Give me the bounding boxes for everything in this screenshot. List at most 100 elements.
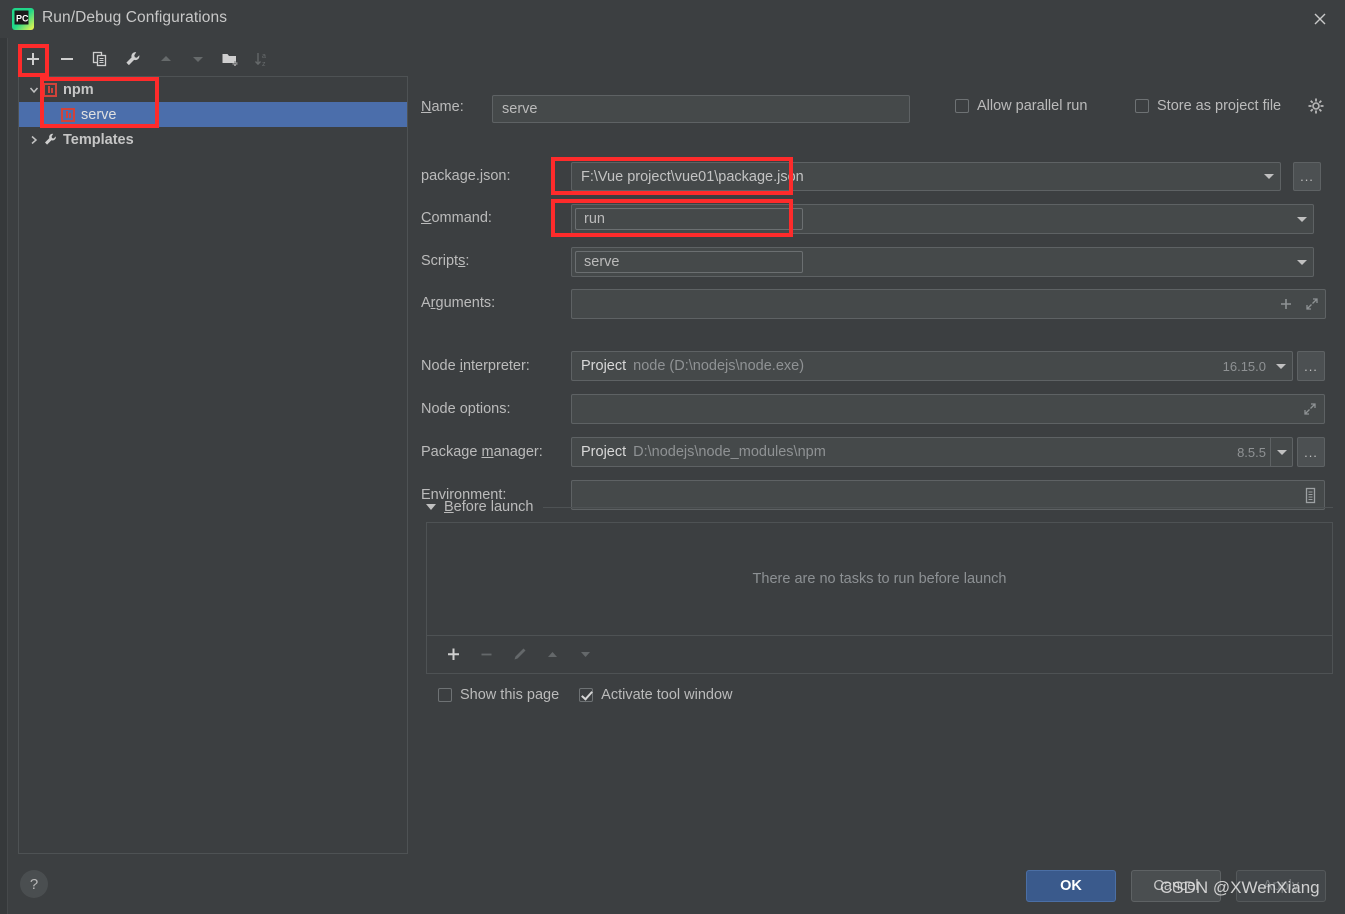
expand-icon[interactable]: [1296, 402, 1324, 416]
node-interpreter-scope: Project: [581, 358, 627, 374]
watermark: CSDN @XWenXiang: [1160, 878, 1320, 897]
allow-parallel-run-checkbox[interactable]: Allow parallel run: [955, 98, 1087, 114]
npm-icon: [61, 107, 75, 122]
npm-icon: [43, 82, 57, 97]
package-json-combo[interactable]: F:\Vue project\vue01\package.json: [571, 162, 1281, 191]
task-move-down-button: [569, 640, 602, 670]
tree-node-npm[interactable]: npm: [19, 77, 407, 102]
allow-parallel-run-label: Allow parallel run: [977, 98, 1088, 114]
chevron-down-icon[interactable]: [1291, 248, 1313, 276]
chevron-down-icon[interactable]: [1258, 163, 1280, 190]
checkbox-box: [955, 99, 969, 113]
help-label: ?: [29, 875, 39, 893]
package-json-browse-button[interactable]: ...: [1293, 162, 1321, 191]
arguments-input[interactable]: [571, 289, 1326, 319]
before-launch-divider: [543, 506, 1333, 508]
node-interpreter-label: Node interpreter:: [421, 358, 530, 374]
edit-task-button: [503, 640, 536, 670]
package-manager-label: Package manager:: [421, 444, 543, 460]
name-input-value: serve: [502, 101, 538, 117]
window-left-border: [7, 38, 8, 914]
window-left-edge: [0, 38, 7, 914]
arguments-label: Arguments:: [421, 295, 496, 311]
package-json-value: F:\Vue project\vue01\package.json: [581, 168, 804, 185]
command-label: Command:: [421, 210, 492, 226]
chevron-down-icon[interactable]: [1270, 438, 1292, 466]
command-value: run: [575, 208, 803, 230]
chevron-right-icon[interactable]: [25, 134, 43, 146]
chevron-down-icon[interactable]: [25, 84, 43, 96]
node-interpreter-version: 16.15.0: [1222, 358, 1266, 374]
before-launch-task-list[interactable]: There are no tasks to run before launch: [426, 522, 1333, 674]
browse-label: ...: [1300, 169, 1314, 184]
svg-text:PC: PC: [16, 14, 29, 24]
name-label: Name:: [421, 99, 464, 115]
tree-node-label: npm: [63, 81, 94, 98]
browse-label: ...: [1304, 444, 1318, 460]
chevron-down-icon[interactable]: [1270, 352, 1292, 380]
ok-label: OK: [1060, 878, 1082, 894]
tree-node-label: Templates: [63, 131, 134, 148]
pycharm-logo-icon: PC: [12, 8, 34, 30]
node-interpreter-path: node (D:\nodejs\node.exe): [633, 358, 805, 374]
node-interpreter-combo[interactable]: Project node (D:\nodejs\node.exe) 16.15.…: [571, 351, 1293, 381]
configuration-form: Name: serve Allow parallel run Store as …: [418, 44, 1333, 744]
chevron-down-icon[interactable]: [1291, 205, 1313, 233]
activate-tool-window-label: Activate tool window: [601, 687, 733, 703]
svg-text:z: z: [262, 61, 266, 68]
scripts-label: Scripts:: [421, 253, 470, 269]
before-launch-toolbar: [427, 635, 1332, 673]
add-task-button[interactable]: [437, 640, 470, 670]
expand-icon[interactable]: [1299, 297, 1325, 311]
svg-text:a: a: [262, 53, 266, 60]
package-manager-version: 8.5.5: [1237, 444, 1266, 460]
package-manager-combo[interactable]: Project D:\nodejs\node_modules\npm 8.5.5: [571, 437, 1293, 467]
sort-alphabetically-button: a z: [248, 44, 278, 74]
remove-configuration-button[interactable]: [52, 44, 82, 74]
bottom-options: Show this page Activate tool window: [438, 687, 733, 703]
node-interpreter-browse-button[interactable]: ...: [1297, 351, 1325, 381]
new-folder-button[interactable]: [215, 44, 245, 74]
package-manager-scope: Project: [581, 444, 627, 460]
chevron-down-icon[interactable]: [426, 504, 436, 510]
show-this-page-checkbox[interactable]: Show this page: [438, 687, 559, 703]
checkbox-box: [438, 688, 452, 702]
close-icon[interactable]: [1307, 6, 1333, 32]
edit-templates-button[interactable]: [118, 44, 148, 74]
run-debug-configurations-dialog: PC Run/Debug Configurations a z npm serv…: [0, 0, 1345, 914]
move-down-button: [183, 44, 213, 74]
package-manager-browse-button[interactable]: ...: [1297, 437, 1325, 467]
browse-label: ...: [1304, 358, 1318, 374]
plus-icon[interactable]: [1273, 297, 1299, 311]
remove-task-button: [470, 640, 503, 670]
package-manager-path: D:\nodejs\node_modules\npm: [633, 444, 826, 460]
title-bar: PC Run/Debug Configurations: [0, 0, 1345, 38]
node-options-input[interactable]: [571, 394, 1325, 424]
window-title: Run/Debug Configurations: [42, 9, 228, 26]
add-configuration-button[interactable]: [18, 44, 48, 74]
store-as-project-file-label: Store as project file: [1157, 98, 1282, 114]
wrench-icon: [43, 132, 59, 147]
help-button[interactable]: ?: [20, 870, 48, 898]
before-launch-empty-message: There are no tasks to run before launch: [752, 571, 1007, 587]
gear-icon[interactable]: [1308, 98, 1324, 114]
copy-configuration-button[interactable]: [85, 44, 115, 74]
checkbox-box: [579, 688, 594, 702]
ok-button[interactable]: OK: [1026, 870, 1116, 902]
node-options-label: Node options:: [421, 401, 511, 417]
tree-node-templates[interactable]: Templates: [19, 127, 407, 152]
command-combo[interactable]: run: [571, 204, 1314, 234]
scripts-value: serve: [575, 251, 803, 273]
tree-toolbar: a z: [18, 44, 408, 76]
checkbox-box: [1135, 99, 1149, 113]
task-move-up-button: [536, 640, 569, 670]
configurations-panel: a z npm serve Templates: [18, 44, 408, 854]
name-input[interactable]: serve: [492, 95, 910, 123]
package-json-label: package.json:: [421, 168, 511, 184]
scripts-combo[interactable]: serve: [571, 247, 1314, 277]
store-as-project-file-checkbox[interactable]: Store as project file: [1135, 98, 1281, 114]
tree-node-serve[interactable]: serve: [19, 102, 407, 127]
configurations-tree[interactable]: npm serve Templates: [18, 76, 408, 854]
before-launch-header[interactable]: Before launch: [426, 499, 1333, 515]
activate-tool-window-checkbox[interactable]: Activate tool window: [579, 687, 733, 703]
